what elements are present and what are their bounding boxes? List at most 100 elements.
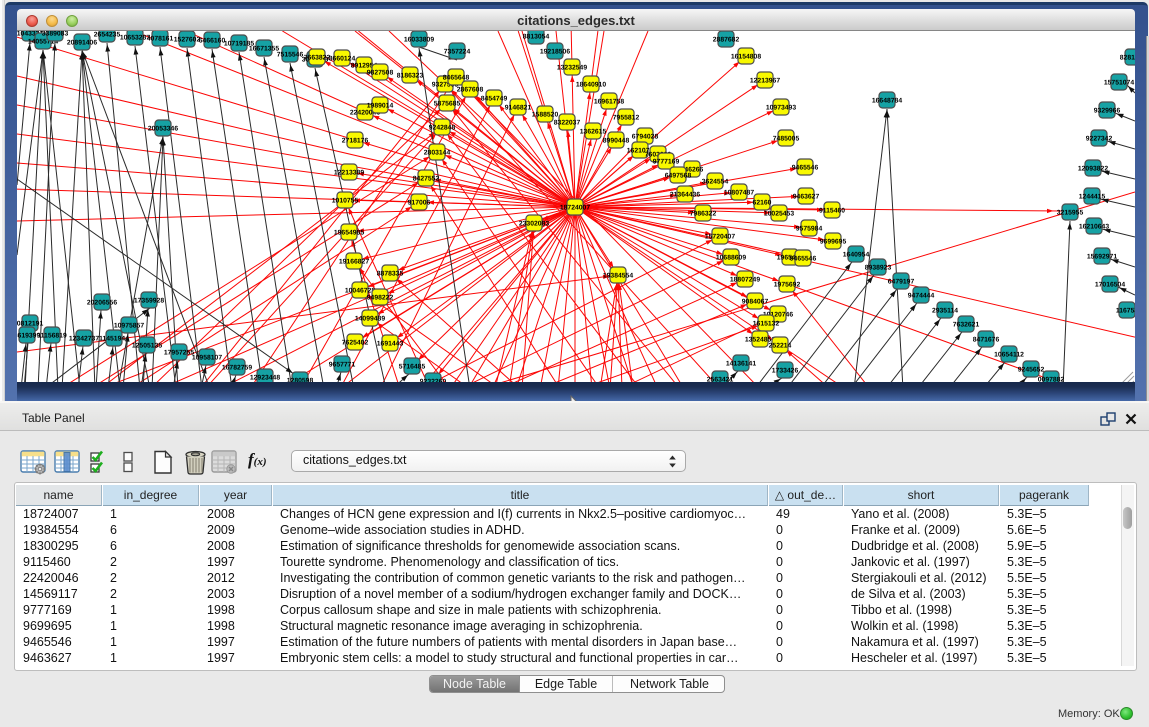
svg-text:2563421: 2563421 — [707, 377, 734, 383]
svg-text:16961758: 16961758 — [594, 99, 624, 106]
svg-text:17016504: 17016504 — [1095, 282, 1125, 289]
svg-text:917006: 917006 — [408, 200, 431, 207]
svg-text:2803144: 2803144 — [424, 150, 451, 157]
svg-text:9242848: 9242848 — [429, 125, 456, 132]
svg-text:8281489: 8281489 — [1120, 55, 1135, 62]
svg-text:17957255: 17957255 — [164, 350, 194, 357]
svg-text:9245652: 9245652 — [1018, 367, 1045, 374]
svg-text:19654985: 19654985 — [334, 230, 364, 237]
svg-text:19166827: 19166827 — [339, 259, 369, 266]
svg-text:9498222: 9498222 — [367, 295, 394, 302]
svg-text:12342737: 12342737 — [69, 336, 99, 343]
svg-text:13232549: 13232549 — [557, 65, 587, 72]
svg-text:9329966: 9329966 — [1094, 108, 1121, 115]
svg-text:2935114: 2935114 — [932, 308, 958, 315]
svg-text:1615132: 1615132 — [753, 321, 780, 328]
svg-text:1527602: 1527602 — [174, 37, 201, 44]
svg-text:10958107: 10958107 — [192, 355, 222, 362]
svg-text:2654235: 2654235 — [94, 32, 121, 39]
svg-text:19384554: 19384554 — [603, 273, 633, 280]
svg-text:5716485: 5716485 — [399, 364, 426, 371]
svg-text:10025453: 10025453 — [764, 211, 794, 218]
svg-text:15720407: 15720407 — [705, 234, 735, 241]
svg-text:9474444: 9474444 — [908, 293, 935, 300]
svg-text:6479197: 6479197 — [888, 279, 915, 286]
svg-text:17359928: 17359928 — [134, 298, 164, 305]
svg-text:20206556: 20206556 — [87, 300, 117, 307]
svg-text:4078161: 4078161 — [147, 36, 174, 43]
svg-text:18807249: 18807249 — [730, 277, 760, 284]
svg-text:10688609: 10688609 — [716, 255, 746, 262]
svg-text:8471676: 8471676 — [973, 337, 1000, 344]
svg-text:11451944: 11451944 — [99, 336, 129, 343]
svg-text:1280598: 1280598 — [287, 378, 314, 383]
svg-text:16671355: 16671355 — [249, 46, 279, 53]
svg-text:6794028: 6794028 — [632, 134, 659, 141]
svg-text:9575984: 9575984 — [796, 226, 823, 233]
svg-text:10807487: 10807487 — [724, 190, 754, 197]
svg-text:6497568: 6497568 — [665, 173, 692, 180]
svg-text:9146821: 9146821 — [505, 105, 532, 112]
svg-text:1244415: 1244415 — [1079, 194, 1106, 201]
svg-text:9463627: 9463627 — [793, 194, 820, 201]
svg-text:7632621: 7632621 — [953, 322, 980, 329]
svg-text:1362615: 1362615 — [580, 129, 607, 136]
svg-text:7515546: 7515546 — [277, 52, 304, 59]
svg-text:16210643: 16210643 — [1079, 224, 1109, 231]
svg-text:0097882: 0097882 — [1038, 377, 1065, 383]
svg-text:8454749: 8454749 — [481, 96, 508, 103]
svg-text:12923448: 12923448 — [250, 375, 280, 382]
svg-text:18724007: 18724007 — [560, 205, 590, 212]
svg-text:10654112: 10654112 — [994, 352, 1024, 359]
svg-text:14136141: 14136141 — [726, 361, 756, 368]
svg-text:8427552: 8427552 — [413, 176, 440, 183]
svg-text:10046728: 10046728 — [345, 288, 375, 295]
svg-text:8990448: 8990448 — [603, 138, 630, 145]
svg-text:11156819: 11156819 — [37, 333, 67, 340]
svg-text:8878335: 8878335 — [377, 271, 404, 278]
svg-text:9777169: 9777169 — [653, 159, 680, 166]
svg-text:1588520: 1588520 — [532, 112, 559, 119]
svg-text:1691443: 1691443 — [377, 341, 404, 348]
svg-text:3624554: 3624554 — [702, 179, 729, 186]
svg-text:16154808: 16154808 — [731, 54, 761, 61]
svg-text:5875685: 5875685 — [434, 101, 461, 108]
svg-text:16782759: 16782759 — [222, 365, 252, 372]
svg-text:1975692: 1975692 — [774, 282, 801, 289]
svg-text:9227342: 9227342 — [1086, 136, 1113, 143]
svg-text:3215955: 3215955 — [1057, 210, 1084, 217]
svg-text:7955812: 7955812 — [613, 115, 640, 122]
svg-text:9827508: 9827508 — [367, 70, 394, 77]
svg-text:15692971: 15692971 — [1087, 254, 1117, 261]
svg-text:9465546: 9465546 — [790, 256, 817, 263]
svg-text:12213389: 12213389 — [334, 170, 364, 177]
svg-text:7986322: 7986322 — [690, 211, 717, 218]
svg-text:116753: 116753 — [1116, 308, 1135, 315]
svg-text:16033809: 16033809 — [404, 37, 434, 44]
svg-text:9232260: 9232260 — [420, 379, 447, 383]
svg-text:7625402: 7625402 — [342, 340, 369, 347]
svg-text:10653287: 10653287 — [120, 35, 150, 42]
svg-text:16648784: 16648784 — [872, 98, 902, 105]
svg-text:8938923: 8938923 — [865, 265, 892, 272]
svg-text:7485005: 7485005 — [773, 136, 800, 143]
svg-text:14099489: 14099489 — [355, 316, 385, 323]
svg-text:7663822: 7663822 — [304, 55, 331, 62]
svg-text:6466160: 6466160 — [199, 38, 226, 45]
svg-text:9699695: 9699695 — [820, 239, 847, 246]
svg-text:12213967: 12213967 — [750, 78, 780, 85]
svg-text:1733426: 1733426 — [772, 368, 799, 375]
svg-text:9465546: 9465546 — [792, 165, 819, 172]
svg-text:1010755: 1010755 — [332, 198, 359, 205]
svg-text:1640954: 1640954 — [843, 252, 870, 259]
svg-text:18640910: 18640910 — [576, 82, 606, 89]
svg-text:2887682: 2887682 — [713, 37, 740, 44]
svg-text:8660124: 8660124 — [329, 56, 356, 63]
svg-text:20891406: 20891406 — [67, 40, 97, 47]
svg-text:19218506: 19218506 — [540, 49, 570, 56]
svg-text:62160: 62160 — [753, 200, 772, 207]
svg-text:12093822: 12093822 — [1078, 166, 1108, 173]
svg-text:9084067: 9084067 — [742, 299, 769, 306]
svg-text:15751074: 15751074 — [1104, 80, 1134, 87]
svg-text:8322037: 8322037 — [554, 120, 581, 127]
